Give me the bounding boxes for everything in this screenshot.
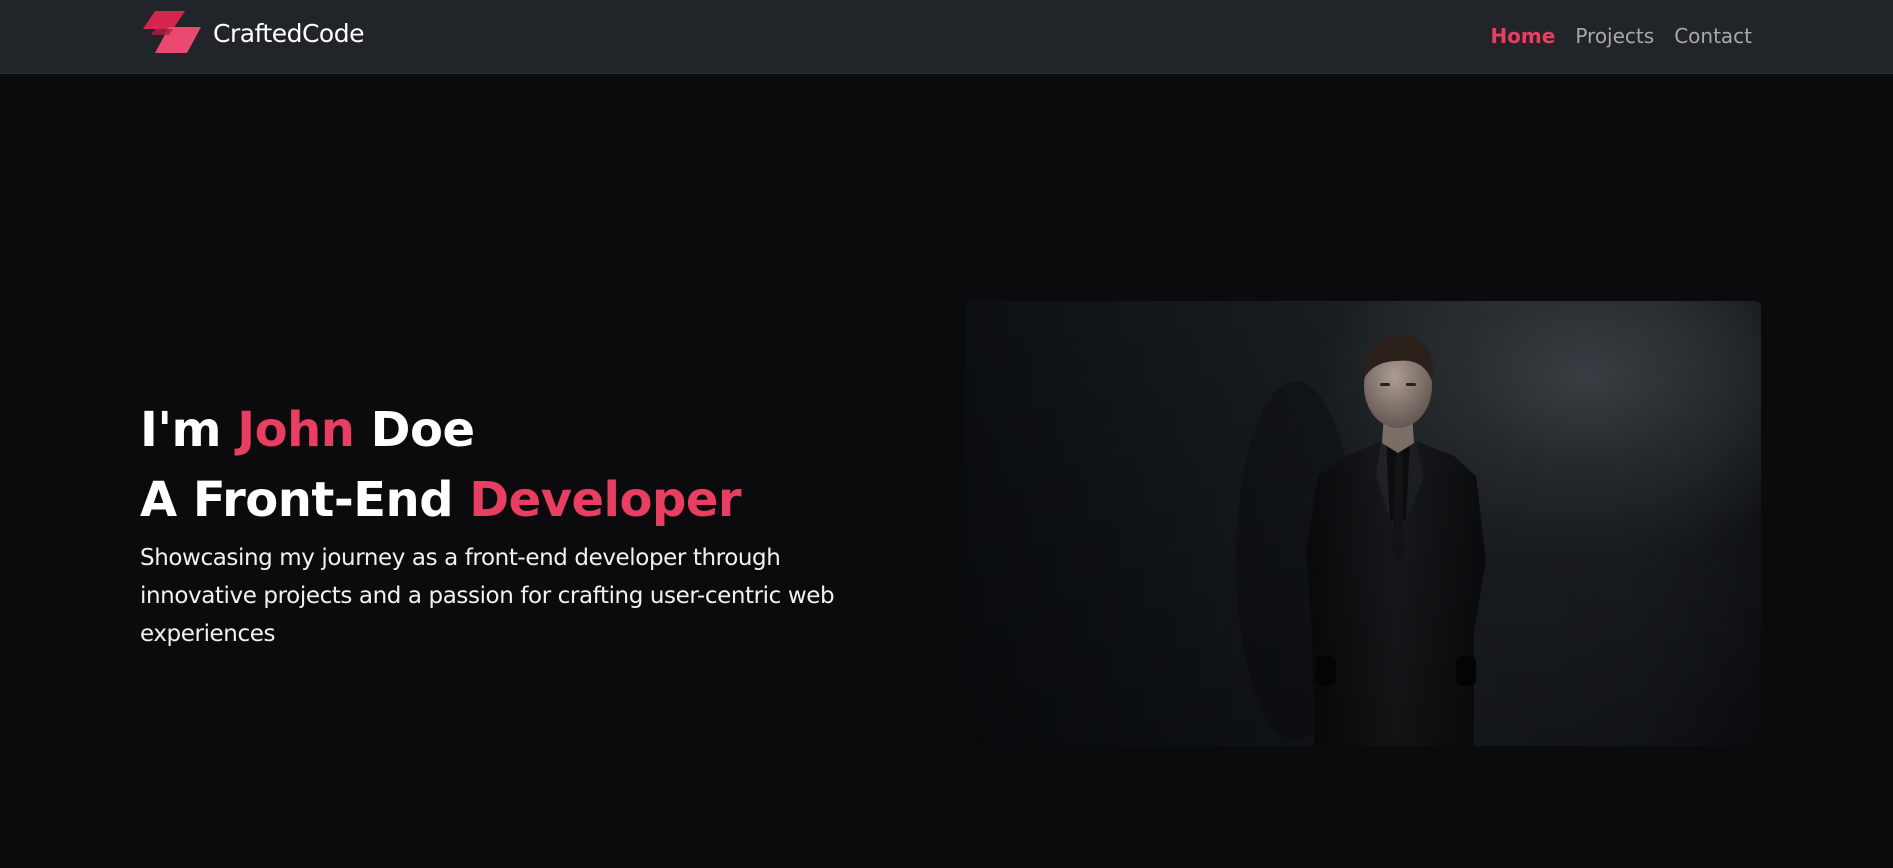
hero-last-name: Doe [354,402,475,458]
nav-link-contact[interactable]: Contact [1674,24,1752,48]
hero-title-line-2: A Front-End Developer [140,465,900,535]
navbar: CraftedCode Home Projects Contact [0,0,1893,74]
nav-links: Home Projects Contact [1490,0,1752,72]
hero-role-prefix: A Front-End [140,472,470,528]
hero-description: Showcasing my journey as a front-end dev… [140,545,835,647]
portrait-illustration [966,301,1761,746]
nav-link-home[interactable]: Home [1490,24,1555,48]
hero-title-prefix: I'm [140,402,238,458]
brand-name: CraftedCode [213,18,364,48]
hero-title-line-1: I'm John Doe [140,395,900,465]
hero-role: Developer [469,472,742,528]
brand-link[interactable]: CraftedCode [141,11,364,55]
hero-first-name: John [237,402,355,458]
brand-logo-icon [143,11,201,53]
hero-section: I'm John Doe A Front-End Developer Showc… [140,395,900,653]
portrait-photo [966,301,1761,746]
nav-link-projects[interactable]: Projects [1575,24,1654,48]
